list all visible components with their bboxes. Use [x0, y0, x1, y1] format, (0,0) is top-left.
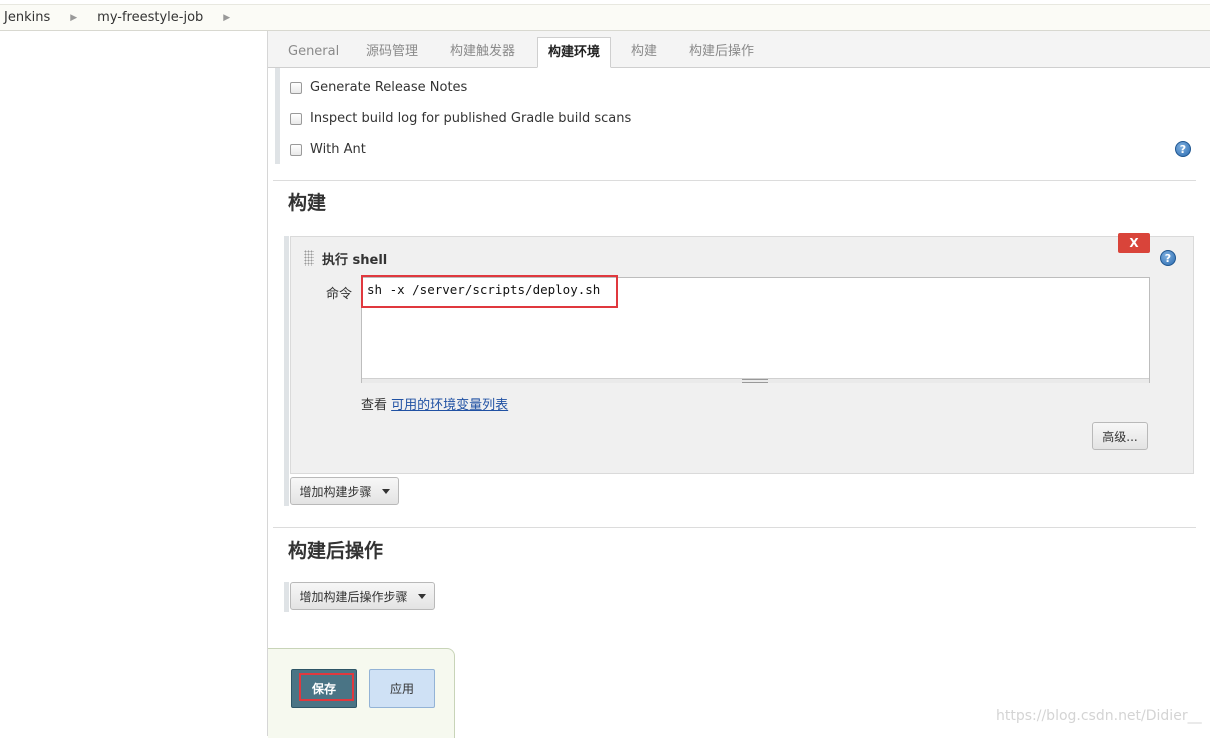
env-vars-row: 查看 可用的环境变量列表: [361, 394, 508, 413]
watermark: https://blog.csdn.net/Didier__: [996, 708, 1202, 724]
env-vars-link[interactable]: 可用的环境变量列表: [391, 398, 508, 413]
tab-build-triggers[interactable]: 构建触发器: [440, 37, 525, 68]
highlight-annotation: [299, 673, 354, 701]
option-with-ant: With Ant: [290, 142, 366, 157]
checkbox[interactable]: [290, 81, 302, 94]
checkbox[interactable]: [290, 112, 302, 125]
apply-button[interactable]: 应用: [369, 669, 435, 708]
drag-handle-icon[interactable]: [304, 250, 314, 266]
breadcrumb-item-jenkins[interactable]: Jenkins: [0, 10, 50, 25]
help-icon[interactable]: ?: [1160, 250, 1176, 266]
tab-post-build[interactable]: 构建后操作: [679, 37, 764, 68]
step-title: 执行 shell: [322, 253, 388, 268]
chevron-right-icon[interactable]: ▶: [223, 13, 230, 23]
sidebar-divider: [267, 31, 268, 736]
button-label: 增加构建步骤: [299, 484, 372, 499]
section-indent-bar: [284, 236, 289, 506]
post-build-section-title: 构建后操作: [288, 540, 384, 562]
option-label: With Ant: [310, 142, 366, 157]
chevron-right-icon[interactable]: ▶: [70, 13, 77, 23]
section-indent-bar: [275, 68, 280, 164]
config-tabs: General 源码管理 构建触发器 构建环境 构建 构建后操作: [268, 31, 1210, 68]
add-build-step-button[interactable]: 增加构建步骤: [290, 477, 399, 505]
option-generate-release-notes: Generate Release Notes: [290, 80, 467, 95]
build-section-title: 构建: [288, 192, 327, 214]
caret-down-icon: [417, 593, 426, 599]
breadcrumb: Jenkins ▶ my-freestyle-job ▶: [0, 4, 1210, 31]
breadcrumb-item-job[interactable]: my-freestyle-job: [97, 10, 203, 25]
option-label: Inspect build log for published Gradle b…: [310, 111, 632, 126]
option-inspect-gradle-scans: Inspect build log for published Gradle b…: [290, 111, 631, 126]
section-divider: [273, 527, 1196, 528]
option-label: Generate Release Notes: [310, 80, 468, 95]
add-post-build-step-button[interactable]: 增加构建后操作步骤: [290, 582, 435, 610]
command-label: 命令: [326, 287, 353, 302]
button-label: 增加构建后操作步骤: [299, 589, 408, 604]
help-icon[interactable]: ?: [1175, 141, 1191, 157]
checkbox[interactable]: [290, 143, 302, 156]
env-prefix: 查看: [361, 398, 388, 413]
advanced-button[interactable]: 高级...: [1092, 422, 1148, 450]
tab-build[interactable]: 构建: [621, 37, 667, 68]
section-indent-bar: [284, 582, 289, 612]
caret-down-icon: [381, 488, 390, 494]
highlight-annotation: [361, 275, 618, 308]
section-divider: [273, 180, 1196, 181]
tab-source-control[interactable]: 源码管理: [356, 37, 428, 68]
tab-build-environment[interactable]: 构建环境: [537, 37, 612, 68]
delete-step-button[interactable]: X: [1118, 233, 1150, 253]
tab-general[interactable]: General: [278, 37, 349, 68]
resize-grip-icon[interactable]: [742, 379, 768, 383]
